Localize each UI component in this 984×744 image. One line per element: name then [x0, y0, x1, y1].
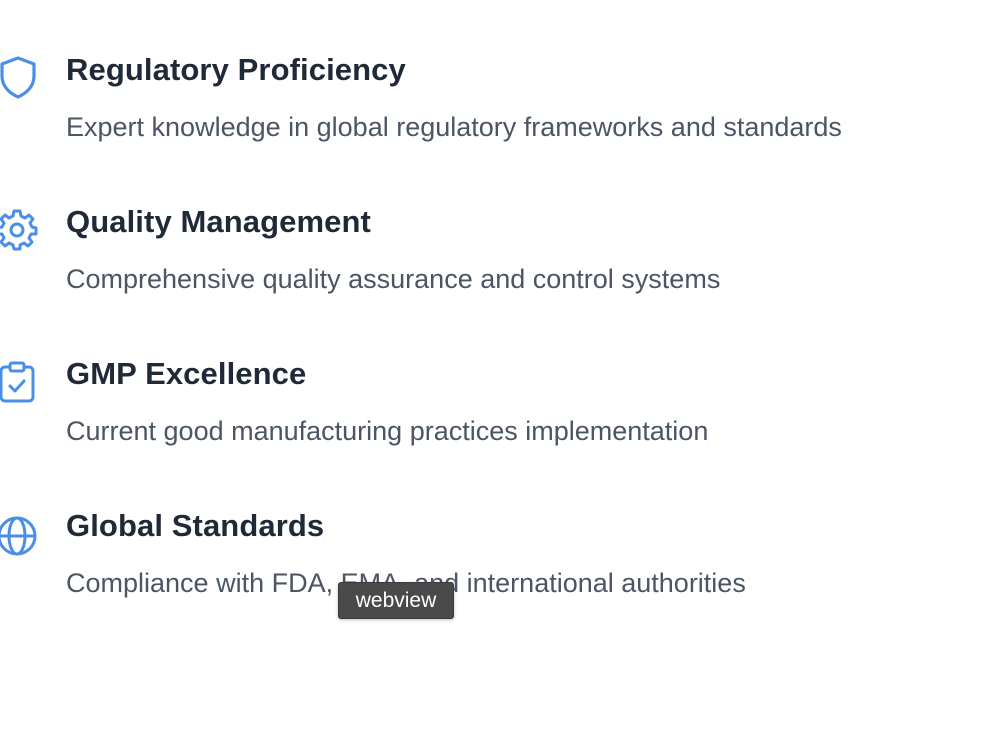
feature-description: Current good manufacturing practices imp… — [66, 416, 709, 446]
feature-quality-management: Quality Management Comprehensive quality… — [0, 200, 984, 352]
feature-regulatory-proficiency: Regulatory Proficiency Expert knowledge … — [0, 48, 984, 200]
page: Regulatory Proficiency Expert knowledge … — [0, 0, 984, 744]
feature-description: Expert knowledge in global regulatory fr… — [66, 112, 842, 142]
feature-gmp-excellence: GMP Excellence Current good manufacturin… — [0, 352, 984, 504]
webview-tooltip: webview — [338, 582, 454, 619]
feature-title: Quality Management — [66, 204, 371, 239]
gear-icon — [0, 206, 38, 254]
feature-description: Comprehensive quality assurance and cont… — [66, 264, 721, 294]
globe-icon — [0, 510, 38, 558]
shield-icon — [0, 54, 38, 102]
feature-title: Regulatory Proficiency — [66, 52, 406, 87]
feature-global-standards: Global Standards Compliance with FDA, EM… — [0, 504, 984, 656]
clipboard-check-icon — [0, 358, 38, 406]
feature-title: GMP Excellence — [66, 356, 307, 391]
feature-list: Regulatory Proficiency Expert knowledge … — [0, 48, 984, 656]
feature-title: Global Standards — [66, 508, 325, 543]
